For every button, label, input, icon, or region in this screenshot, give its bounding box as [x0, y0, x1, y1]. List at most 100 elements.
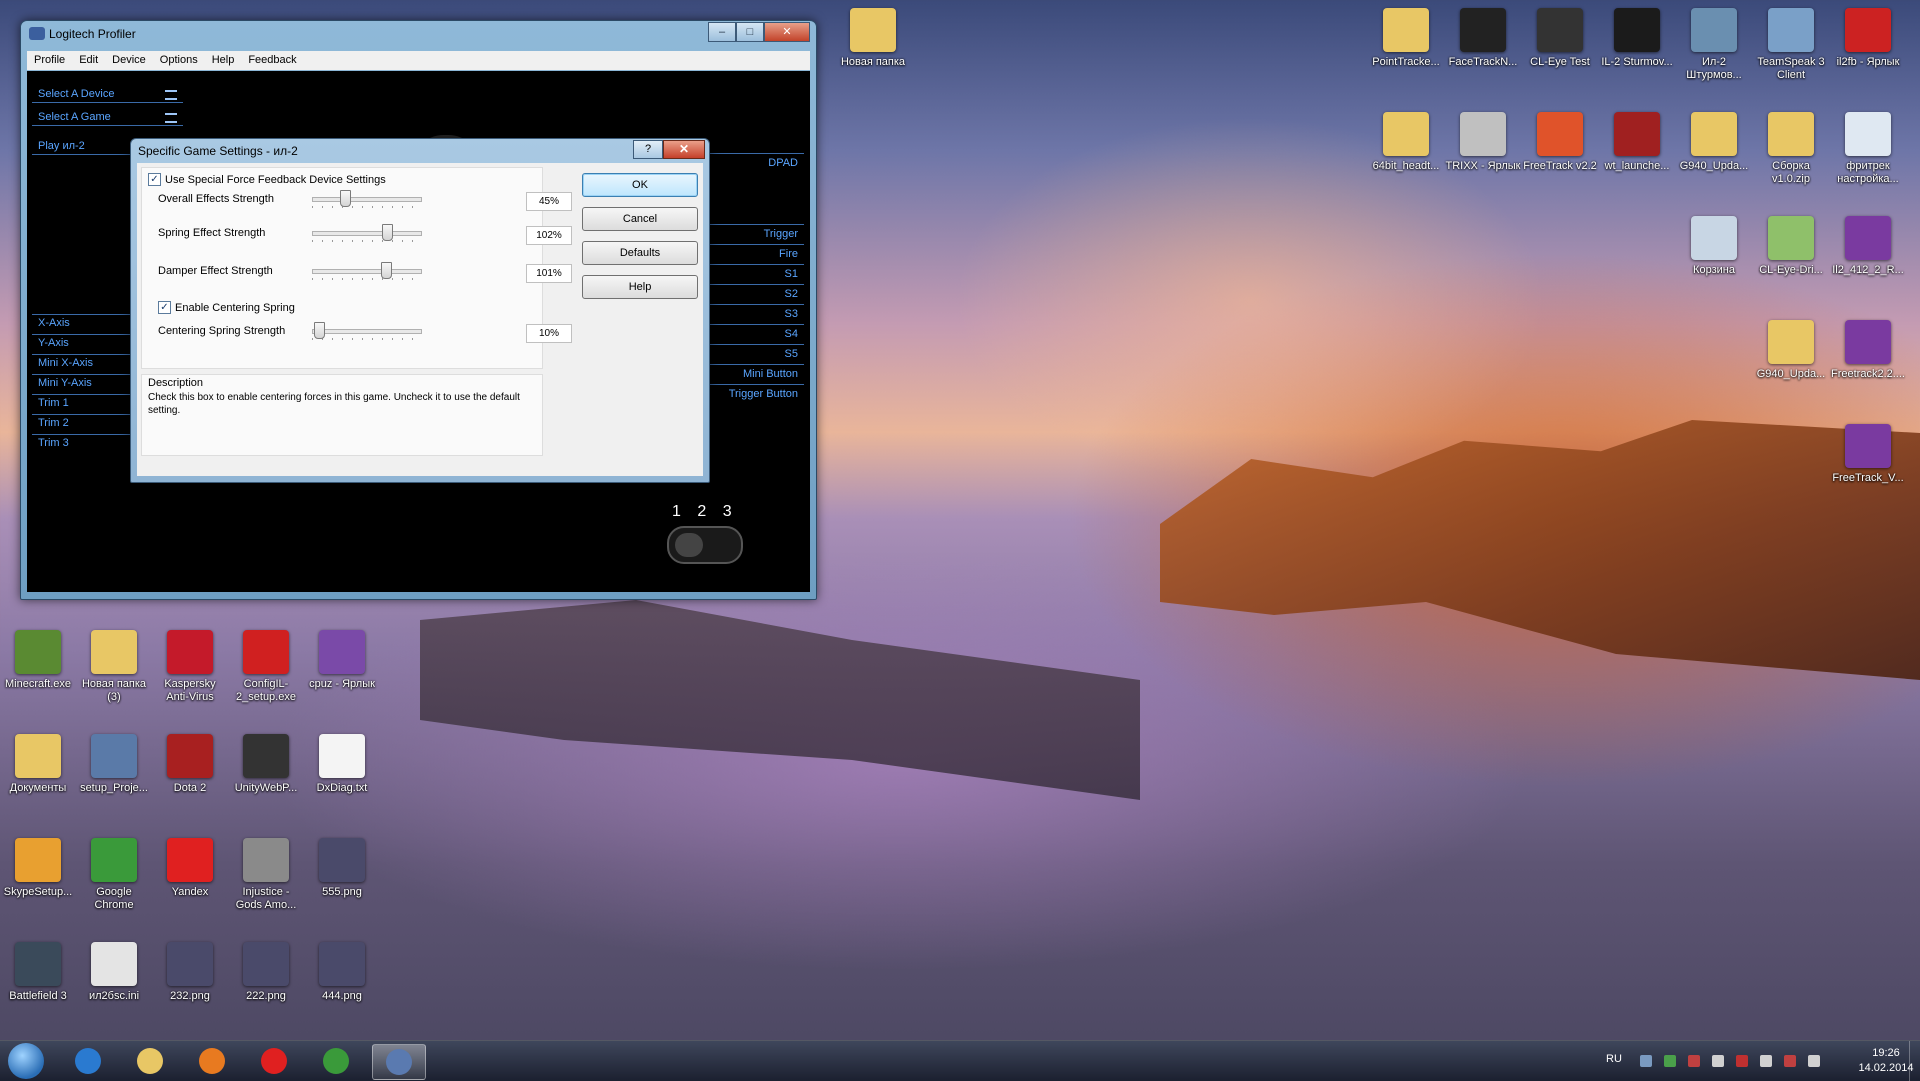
- desktop-icon[interactable]: cpuz - Ярлык: [304, 630, 380, 691]
- damper-slider[interactable]: [312, 262, 422, 282]
- maximize-button[interactable]: □: [736, 22, 764, 42]
- desktop-icon[interactable]: 232.png: [152, 942, 228, 1003]
- desktop-icon[interactable]: Новая папка: [835, 8, 911, 69]
- axis-trim-3[interactable]: Trim 3: [32, 434, 132, 451]
- taskbar-app-yandex[interactable]: [248, 1044, 300, 1078]
- volume-icon[interactable]: [1712, 1055, 1724, 1067]
- help-button[interactable]: Help: [582, 275, 698, 299]
- desktop-icon[interactable]: wt_launche...: [1599, 112, 1675, 173]
- desktop-icon[interactable]: Minecraft.exe: [0, 630, 76, 691]
- button-dpad[interactable]: DPAD: [704, 153, 804, 171]
- menu-help[interactable]: Help: [205, 51, 242, 70]
- slider-thumb[interactable]: [381, 224, 393, 241]
- desktop-icon[interactable]: ConfigIL-2_setup.exe: [228, 630, 304, 704]
- desktop-icon[interactable]: Google Chrome: [76, 838, 152, 912]
- desktop-icon[interactable]: G940_Upda...: [1753, 320, 1829, 381]
- clock[interactable]: 19:26 14.02.2014: [1858, 1046, 1914, 1076]
- start-button[interactable]: [8, 1043, 44, 1079]
- menu-edit[interactable]: Edit: [72, 51, 105, 70]
- desktop-icon[interactable]: UnityWebP...: [228, 734, 304, 795]
- desktop-icon[interactable]: Freetrack2.2....: [1830, 320, 1906, 381]
- defaults-button[interactable]: Defaults: [582, 241, 698, 265]
- desktop-icon[interactable]: FreeTrack_V...: [1830, 424, 1906, 485]
- desktop-icon[interactable]: TRIXX - Ярлык: [1445, 112, 1521, 173]
- slider-thumb[interactable]: [340, 190, 351, 207]
- desktop-icon[interactable]: Kaspersky Anti-Virus: [152, 630, 228, 704]
- menu-device[interactable]: Device: [105, 51, 153, 70]
- axis-trim-2[interactable]: Trim 2: [32, 414, 132, 431]
- desktop-icon[interactable]: PointTracke...: [1368, 8, 1444, 69]
- desktop-icon[interactable]: Battlefield 3: [0, 942, 76, 1003]
- desktop-icon[interactable]: Yandex: [152, 838, 228, 899]
- desktop-icon[interactable]: 444.png: [304, 942, 380, 1003]
- desktop-icon[interactable]: SkypeSetup...: [0, 838, 76, 899]
- axis-x[interactable]: X-Axis: [32, 314, 132, 331]
- close-button[interactable]: ✕: [764, 22, 810, 42]
- button-s1[interactable]: S1: [704, 264, 804, 282]
- desktop-icon[interactable]: Документы: [0, 734, 76, 795]
- desktop-icon[interactable]: DxDiag.txt: [304, 734, 380, 795]
- desktop-icon[interactable]: Injustice - Gods Amo...: [228, 838, 304, 912]
- taskbar-app-media-player[interactable]: [186, 1044, 238, 1078]
- select-device-button[interactable]: Select A Device: [32, 85, 183, 103]
- button-fire[interactable]: Fire: [704, 244, 804, 262]
- desktop-icon[interactable]: TeamSpeak 3 Client: [1753, 8, 1829, 82]
- menu-profile[interactable]: Profile: [27, 51, 72, 70]
- menu-feedback[interactable]: Feedback: [241, 51, 303, 70]
- ok-button[interactable]: OK: [582, 173, 698, 197]
- desktop-icon[interactable]: Корзина: [1676, 216, 1752, 277]
- axis-trim-1[interactable]: Trim 1: [32, 394, 132, 411]
- desktop-icon[interactable]: setup_Proje...: [76, 734, 152, 795]
- desktop-icon[interactable]: Dota 2: [152, 734, 228, 795]
- button-s3[interactable]: S3: [704, 304, 804, 322]
- network-icon[interactable]: [1640, 1055, 1652, 1067]
- desktop-icon[interactable]: Ил-2 Штурмов...: [1676, 8, 1752, 82]
- desktop-icon[interactable]: CL-Eye-Dri...: [1753, 216, 1829, 277]
- update-icon[interactable]: [1664, 1055, 1676, 1067]
- axis-mini-y[interactable]: Mini Y-Axis: [32, 374, 132, 391]
- taskbar-app-explorer[interactable]: [124, 1044, 176, 1078]
- button-s4[interactable]: S4: [704, 324, 804, 342]
- desktop-icon[interactable]: il2fb - Ярлык: [1830, 8, 1906, 69]
- desktop-icon[interactable]: 222.png: [228, 942, 304, 1003]
- overall-slider[interactable]: [312, 190, 422, 210]
- button-mini[interactable]: Mini Button: [704, 364, 804, 382]
- display-icon[interactable]: [1808, 1055, 1820, 1067]
- desktop-icon[interactable]: Il2_412_2_R...: [1830, 216, 1906, 277]
- desktop-icon[interactable]: 555.png: [304, 838, 380, 899]
- axis-mini-x[interactable]: Mini X-Axis: [32, 354, 132, 371]
- desktop-icon[interactable]: IL-2 Sturmov...: [1599, 8, 1675, 69]
- desktop-icon[interactable]: фритрек настройка...: [1830, 112, 1906, 186]
- cancel-button[interactable]: Cancel: [582, 207, 698, 231]
- slider-thumb[interactable]: [314, 322, 326, 339]
- spring-slider[interactable]: [312, 224, 422, 244]
- minimize-button[interactable]: –: [708, 22, 736, 42]
- speaker-icon[interactable]: [1760, 1055, 1772, 1067]
- antivirus-icon[interactable]: [1688, 1055, 1700, 1067]
- desktop-icon[interactable]: ил2бsc.ini: [76, 942, 152, 1003]
- dialog-close-button[interactable]: ✕: [663, 140, 705, 159]
- button-s5[interactable]: S5: [704, 344, 804, 362]
- slider-thumb[interactable]: [381, 262, 393, 279]
- language-indicator[interactable]: RU: [1606, 1053, 1622, 1065]
- dialog-help-button[interactable]: ?: [633, 140, 663, 159]
- axis-y[interactable]: Y-Axis: [32, 334, 132, 351]
- desktop-icon[interactable]: 64bit_headt...: [1368, 112, 1444, 173]
- button-trigger[interactable]: Trigger: [704, 224, 804, 242]
- desktop-icon[interactable]: FaceTrackN...: [1445, 8, 1521, 69]
- desktop-icon[interactable]: CL-Eye Test: [1522, 8, 1598, 69]
- desktop-icon[interactable]: G940_Upda...: [1676, 112, 1752, 173]
- menu-options[interactable]: Options: [153, 51, 205, 70]
- centering-slider[interactable]: [312, 322, 422, 342]
- flag-icon[interactable]: [1736, 1055, 1748, 1067]
- taskbar-app-logitech-profiler[interactable]: [372, 1044, 426, 1080]
- desktop-icon[interactable]: FreeTrack v2.2: [1522, 112, 1598, 173]
- taskbar-app-chrome[interactable]: [310, 1044, 362, 1078]
- use-special-checkbox[interactable]: ✓ Use Special Force Feedback Device Sett…: [148, 173, 386, 186]
- taskbar-app-ie[interactable]: [62, 1044, 114, 1078]
- mode-switch[interactable]: [667, 526, 743, 564]
- select-game-button[interactable]: Select A Game: [32, 108, 183, 126]
- enable-centering-checkbox[interactable]: ✓ Enable Centering Spring: [158, 301, 295, 314]
- desktop-icon[interactable]: Сборка v1.0.zip: [1753, 112, 1829, 186]
- button-trigger-button[interactable]: Trigger Button: [704, 384, 804, 402]
